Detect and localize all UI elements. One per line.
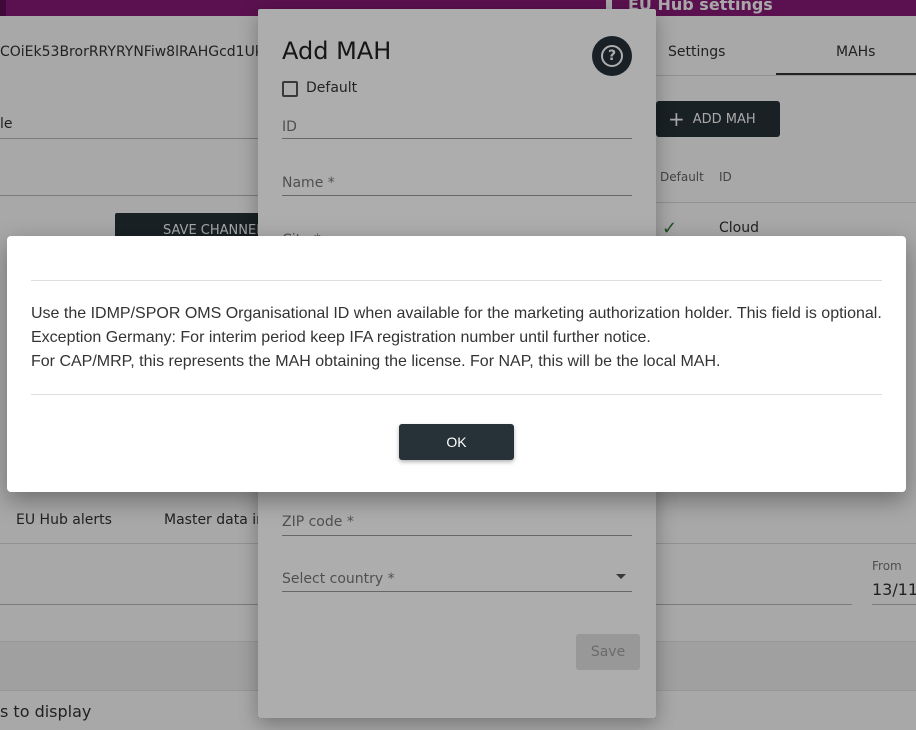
modal-divider-bottom — [31, 394, 882, 395]
modal-divider-top — [31, 280, 882, 281]
ok-button[interactable]: OK — [399, 424, 514, 460]
modal-body: Use the IDMP/SPOR OMS Organisational ID … — [31, 302, 882, 374]
info-line-3: For CAP/MRP, this represents the MAH obt… — [31, 353, 721, 370]
info-line-1: Use the IDMP/SPOR OMS Organisational ID … — [31, 305, 882, 322]
info-modal: Use the IDMP/SPOR OMS Organisational ID … — [7, 236, 906, 492]
info-line-2: Exception Germany: For interim period ke… — [31, 329, 651, 346]
